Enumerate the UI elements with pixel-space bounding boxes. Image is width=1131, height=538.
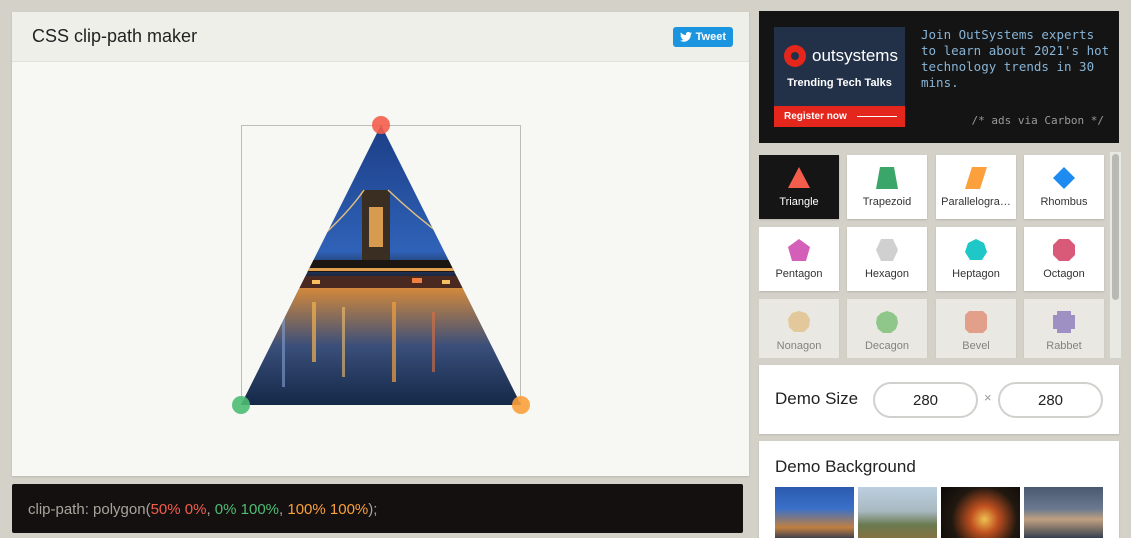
parallelogram-icon <box>965 167 987 189</box>
shape-octagon[interactable]: Octagon <box>1024 227 1104 291</box>
shape-label: Hexagon <box>864 268 910 280</box>
ad-image[interactable]: outsystems Trending Tech Talks Register … <box>774 27 905 127</box>
ad-tagline: Trending Tech Talks <box>787 77 892 89</box>
code-sep-1: , <box>206 501 215 518</box>
background-thumb-seascape[interactable] <box>1024 487 1103 538</box>
nonagon-icon <box>788 311 810 332</box>
shape-bevel[interactable]: Bevel <box>936 299 1016 358</box>
carbon-ad: outsystems Trending Tech Talks Register … <box>759 11 1119 143</box>
demo-height-input[interactable] <box>998 382 1103 418</box>
tweet-button[interactable]: Tweet <box>672 27 733 47</box>
shape-label: Triangle <box>779 196 819 208</box>
rhombus-icon <box>1053 167 1075 189</box>
code-point-3: 100% 100% <box>287 501 369 518</box>
demo-background-label: Demo Background <box>775 457 916 476</box>
heptagon-icon <box>965 239 987 260</box>
shape-label: Rabbet <box>1046 340 1082 352</box>
tweet-label: Tweet <box>695 31 726 43</box>
code-suffix: ); <box>368 501 378 518</box>
shape-trapezoid[interactable]: Trapezoid <box>847 155 927 219</box>
demo-width-input[interactable] <box>873 382 978 418</box>
clip-path-code[interactable]: clip-path: polygon(50% 0%, 0% 100%, 100%… <box>12 484 743 533</box>
editor-panel: CSS clip-path maker Tweet <box>12 12 749 476</box>
page-title: CSS clip-path maker <box>32 26 198 46</box>
ad-via-link[interactable]: /* ads via Carbon */ <box>972 114 1104 127</box>
shape-label: Parallelogra… <box>941 196 1011 208</box>
editor-header: CSS clip-path maker Tweet <box>12 12 749 62</box>
background-thumb-bridge[interactable] <box>775 487 854 538</box>
shape-label: Decagon <box>864 340 910 352</box>
background-thumb-mountains[interactable] <box>858 487 937 538</box>
background-thumb-sparkler[interactable] <box>941 487 1020 538</box>
shape-decagon[interactable]: Decagon <box>847 299 927 358</box>
octagon-icon <box>1053 239 1075 261</box>
handle-bottom-left[interactable] <box>232 396 250 414</box>
demo-size-card: Demo Size × <box>759 365 1119 434</box>
demo-size-label: Demo Size <box>775 389 859 408</box>
shape-label: Heptagon <box>952 268 1000 280</box>
ad-logo: outsystems <box>784 45 898 67</box>
triangle-icon <box>788 167 810 188</box>
pentagon-icon <box>788 239 810 261</box>
shape-label: Octagon <box>1043 268 1085 280</box>
shape-list-scrollbar[interactable] <box>1110 152 1121 358</box>
shape-hexagon[interactable]: Hexagon <box>847 227 927 291</box>
ad-register-button[interactable]: Register now <box>774 106 905 127</box>
shape-label: Pentagon <box>775 268 823 280</box>
shape-triangle[interactable]: Triangle <box>759 155 839 219</box>
shape-heptagon[interactable]: Heptagon <box>936 227 1016 291</box>
shape-nonagon[interactable]: Nonagon <box>759 299 839 358</box>
shape-pentagon[interactable]: Pentagon <box>759 227 839 291</box>
twitter-bird-icon <box>679 32 692 42</box>
code-point-1: 50% 0% <box>150 501 207 518</box>
handle-top[interactable] <box>372 116 390 134</box>
shape-list: Triangle Trapezoid Parallelogra… Rhombus Pen… <box>759 154 1106 358</box>
shape-parallelogra[interactable]: Parallelogra… <box>936 155 1016 219</box>
demo-background-card: Demo Background <box>759 441 1119 538</box>
rabbet-icon <box>1053 311 1075 333</box>
hexagon-icon <box>876 239 898 261</box>
shape-label: Bevel <box>962 340 990 352</box>
code-point-2: 0% 100% <box>214 501 280 518</box>
ad-brand: outsystems <box>812 46 898 65</box>
shape-label: Trapezoid <box>862 196 912 208</box>
shape-rhombus[interactable]: Rhombus <box>1024 155 1104 219</box>
outsystems-logo-icon <box>784 45 806 67</box>
handle-bottom-right[interactable] <box>512 396 530 414</box>
bevel-icon <box>965 311 987 333</box>
code-prefix: clip-path: polygon( <box>28 501 151 518</box>
ad-text[interactable]: Join OutSystems experts to learn about 2… <box>921 27 1111 91</box>
shape-rabbet[interactable]: Rabbet <box>1024 299 1104 358</box>
clipped-demo-image <box>241 125 521 405</box>
trapezoid-icon <box>876 167 898 189</box>
clip-stage <box>12 62 749 476</box>
size-separator: × <box>984 390 992 405</box>
shape-label: Nonagon <box>776 340 822 352</box>
decagon-icon <box>876 311 898 333</box>
shape-label: Rhombus <box>1040 196 1088 208</box>
scrollbar-thumb[interactable] <box>1112 154 1119 300</box>
